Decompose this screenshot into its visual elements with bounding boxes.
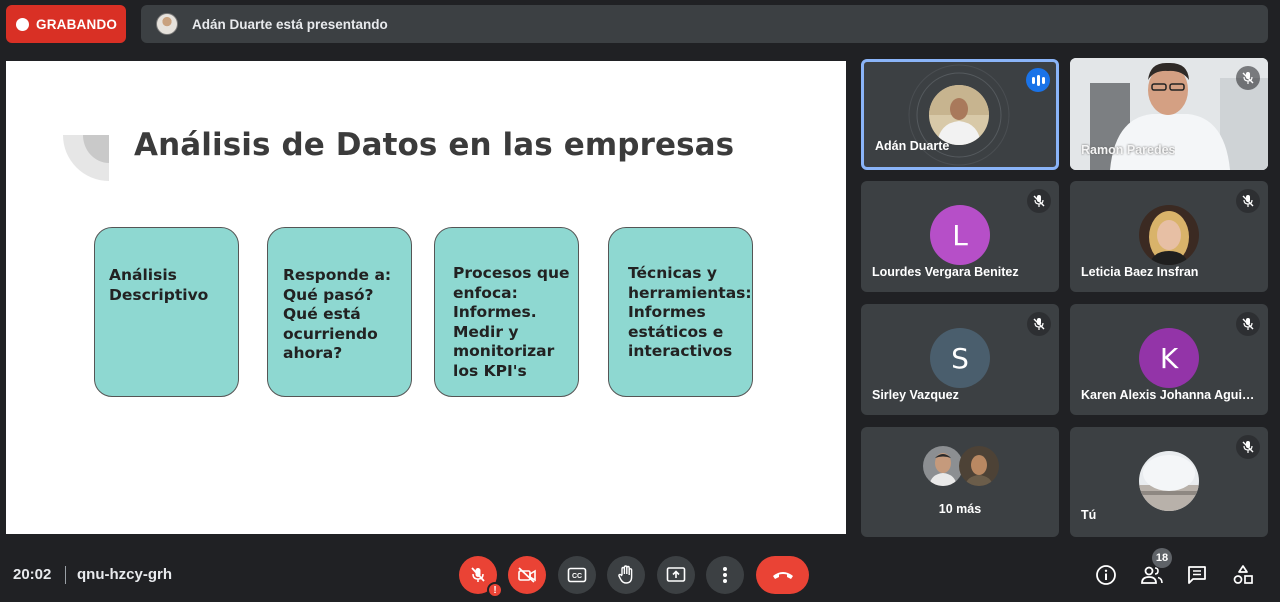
participant-tile-sirley[interactable]: S Sirley Vazquez <box>861 304 1059 415</box>
meeting-info-button[interactable] <box>1093 562 1119 588</box>
slide-box-text: Procesos que enfoca: Informes. Medir y m… <box>453 264 570 380</box>
avatar: L <box>930 205 990 265</box>
participant-name: Tú <box>1081 508 1097 522</box>
presenter-avatar <box>156 13 178 35</box>
mic-toggle-button[interactable]: ! <box>459 556 503 598</box>
shared-screen: Análisis de Datos en las empresas Anális… <box>6 61 846 534</box>
meeting-code: qnu-hzcy-grh <box>77 566 172 583</box>
participant-tile-adan-duarte[interactable]: Adán Duarte <box>861 59 1059 170</box>
speaking-indicator-icon <box>1026 68 1050 92</box>
avatar: S <box>930 328 990 388</box>
avatar <box>1139 205 1199 265</box>
present-screen-icon <box>666 567 686 582</box>
record-dot-icon <box>16 17 29 31</box>
participant-tile-more[interactable]: 10 más <box>861 427 1059 537</box>
participant-tile-lourdes[interactable]: L Lourdes Vergara Benitez <box>861 181 1059 292</box>
avatar <box>929 85 989 145</box>
mic-muted-icon <box>1236 189 1260 213</box>
meeting-time: 20:02 <box>13 566 52 583</box>
mic-muted-icon <box>1236 435 1260 459</box>
participant-tile-ramon-paredes[interactable]: Ramon Paredes <box>1070 58 1268 170</box>
mic-muted-icon <box>1027 189 1051 213</box>
avatar: K <box>1139 328 1199 388</box>
mic-muted-icon <box>1236 66 1260 90</box>
participant-name: Adán Duarte <box>875 139 950 153</box>
top-bar: GRABANDO Adán Duarte está presentando <box>0 0 1280 48</box>
more-participants-label: 10 más <box>938 502 982 516</box>
info-icon <box>1096 565 1116 585</box>
people-count-badge: 18 <box>1152 548 1172 568</box>
mic-muted-icon <box>1236 312 1260 336</box>
recording-label: GRABANDO <box>36 16 118 32</box>
slide-box-text: Análisis Descriptivo <box>109 266 209 304</box>
mic-warning-badge: ! <box>487 582 503 598</box>
slide-box-text: Responde a: Qué pasó? Qué está ocurriend… <box>283 266 392 362</box>
participant-name: Lourdes Vergara Benitez <box>872 265 1019 279</box>
slide-box-2: Responde a: Qué pasó? Qué está ocurriend… <box>267 227 412 397</box>
slide-box-3: Procesos que enfoca: Informes. Medir y m… <box>434 227 579 397</box>
mic-muted-icon <box>1027 312 1051 336</box>
participant-name: Leticia Baez Insfran <box>1081 265 1199 279</box>
captions-button[interactable]: CC <box>558 556 596 594</box>
more-options-button[interactable] <box>706 556 744 594</box>
present-screen-button[interactable] <box>657 556 695 594</box>
avatar <box>923 446 963 486</box>
participant-name: Sirley Vazquez <box>872 388 959 402</box>
mic-off-icon <box>471 567 485 582</box>
recording-indicator[interactable]: GRABANDO <box>6 5 126 43</box>
bottom-bar: 20:02 qnu-hzcy-grh ! CC 18 <box>0 546 1280 602</box>
camera-off-icon <box>518 567 536 583</box>
divider <box>65 566 66 584</box>
participant-name: Karen Alexis Johanna Aguilar <box>1081 388 1257 402</box>
chat-icon <box>1188 566 1206 584</box>
captions-icon: CC <box>567 567 587 583</box>
participant-tile-self[interactable]: Tú <box>1070 427 1268 537</box>
participant-tile-leticia[interactable]: Leticia Baez Insfran <box>1070 181 1268 292</box>
slide-title: Análisis de Datos en las empresas <box>134 127 735 163</box>
presenting-banner: Adán Duarte está presentando <box>141 5 1268 43</box>
raise-hand-button[interactable] <box>607 556 645 594</box>
slide-box-text: Técnicas y herramientas: Informes estáti… <box>628 264 752 360</box>
participant-tile-karen[interactable]: K Karen Alexis Johanna Aguilar <box>1070 304 1268 415</box>
avatar <box>1139 451 1199 511</box>
slide-box-1: Análisis Descriptivo <box>94 227 239 397</box>
avatar <box>959 446 999 486</box>
activities-icon <box>1233 565 1253 584</box>
more-options-icon <box>723 567 727 583</box>
camera-toggle-button[interactable] <box>508 556 546 594</box>
chat-button[interactable] <box>1184 562 1210 588</box>
activities-button[interactable] <box>1230 562 1256 588</box>
presenting-text: Adán Duarte está presentando <box>192 16 388 32</box>
slide-decoration <box>63 135 109 181</box>
raise-hand-icon <box>618 565 633 584</box>
slide-box-4: Técnicas y herramientas: Informes estáti… <box>608 227 753 397</box>
svg-text:CC: CC <box>572 573 582 580</box>
participant-name: Ramon Paredes <box>1081 143 1176 157</box>
end-call-button[interactable] <box>756 556 809 594</box>
people-icon <box>1141 566 1163 584</box>
end-call-icon <box>772 572 793 579</box>
